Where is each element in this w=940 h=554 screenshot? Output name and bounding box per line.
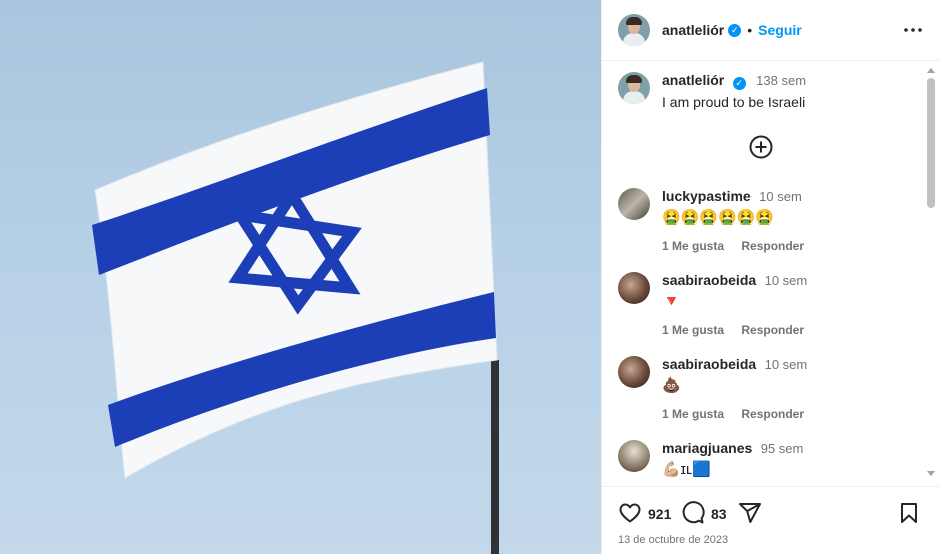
comment-text: 🔻 bbox=[662, 293, 681, 310]
comment-username[interactable]: saabiraobeida bbox=[662, 272, 756, 288]
avatar[interactable] bbox=[618, 272, 650, 304]
avatar[interactable] bbox=[618, 440, 650, 472]
comment-count[interactable]: 83 bbox=[711, 506, 727, 522]
comments-list[interactable]: anatleliór ✓ 138 sem I am proud to be Is… bbox=[602, 62, 940, 486]
caption-time[interactable]: 138 sem bbox=[756, 73, 806, 88]
avatar[interactable] bbox=[618, 188, 650, 220]
scroll-down-icon[interactable] bbox=[927, 471, 935, 476]
post-header: anatleliór ✓ • Seguir bbox=[602, 0, 940, 61]
comment-icon[interactable] bbox=[681, 501, 705, 525]
comment-time[interactable]: 10 sem bbox=[765, 357, 808, 372]
author-username[interactable]: anatleliór bbox=[662, 22, 724, 38]
scroll-up-icon[interactable] bbox=[927, 68, 935, 73]
bookmark-icon[interactable] bbox=[897, 501, 921, 525]
separator-dot: • bbox=[747, 22, 753, 38]
flag-pole bbox=[491, 360, 499, 554]
post-actions-bar: 921 83 13 de octubre de 2023 bbox=[602, 486, 940, 554]
comment-likes[interactable]: 1 Me gusta bbox=[662, 407, 724, 421]
post-caption: anatleliór ✓ 138 sem I am proud to be Is… bbox=[618, 72, 806, 110]
add-comment-icon[interactable] bbox=[749, 135, 773, 159]
list-item: luckypastime 10 sem 🤮🤮🤮🤮🤮🤮 1 Me gusta Re… bbox=[618, 188, 818, 253]
comment-text: 💩 bbox=[662, 377, 681, 394]
post-image[interactable] bbox=[0, 0, 601, 554]
list-item: mariagjuanes 95 sem 💪🏼ɪʟ🟦 bbox=[618, 440, 803, 479]
more-options-icon[interactable] bbox=[901, 20, 925, 40]
comment-username[interactable]: luckypastime bbox=[662, 188, 751, 204]
comment-text: 🤮🤮🤮🤮🤮🤮 bbox=[662, 209, 775, 226]
verified-icon: ✓ bbox=[728, 23, 742, 37]
comment-likes[interactable]: 1 Me gusta bbox=[662, 239, 724, 253]
reply-button[interactable]: Responder bbox=[741, 323, 804, 337]
comment-time[interactable]: 95 sem bbox=[761, 441, 804, 456]
heart-icon[interactable] bbox=[618, 501, 642, 525]
caption-username[interactable]: anatleliór bbox=[662, 72, 724, 88]
caption-avatar[interactable] bbox=[618, 72, 650, 104]
reply-button[interactable]: Responder bbox=[741, 239, 804, 253]
comment-username[interactable]: saabiraobeida bbox=[662, 356, 756, 372]
comments-scrollbar[interactable] bbox=[926, 66, 936, 478]
like-count[interactable]: 921 bbox=[648, 506, 671, 522]
post-date[interactable]: 13 de octubre de 2023 bbox=[618, 534, 728, 546]
avatar[interactable] bbox=[618, 356, 650, 388]
verified-icon: ✓ bbox=[732, 77, 746, 90]
comment-time[interactable]: 10 sem bbox=[765, 273, 808, 288]
caption-text: I am proud to be Israeli bbox=[662, 94, 806, 110]
comment-text: 💪🏼ɪʟ🟦 bbox=[662, 461, 711, 478]
list-item: saabiraobeida 10 sem 💩 1 Me gusta Respon… bbox=[618, 356, 818, 421]
comment-username[interactable]: mariagjuanes bbox=[662, 440, 752, 456]
reply-button[interactable]: Responder bbox=[741, 407, 804, 421]
author-avatar[interactable] bbox=[618, 14, 650, 46]
follow-button[interactable]: Seguir bbox=[758, 22, 802, 38]
comment-time[interactable]: 10 sem bbox=[759, 189, 802, 204]
share-icon[interactable] bbox=[738, 501, 762, 525]
comment-likes[interactable]: 1 Me gusta bbox=[662, 323, 724, 337]
post-sidebar: anatleliór ✓ • Seguir anatleliór ✓ 138 s… bbox=[601, 0, 940, 554]
scrollbar-thumb[interactable] bbox=[927, 78, 935, 208]
flag-illustration bbox=[92, 61, 499, 554]
list-item: saabiraobeida 10 sem 🔻 1 Me gusta Respon… bbox=[618, 272, 818, 337]
